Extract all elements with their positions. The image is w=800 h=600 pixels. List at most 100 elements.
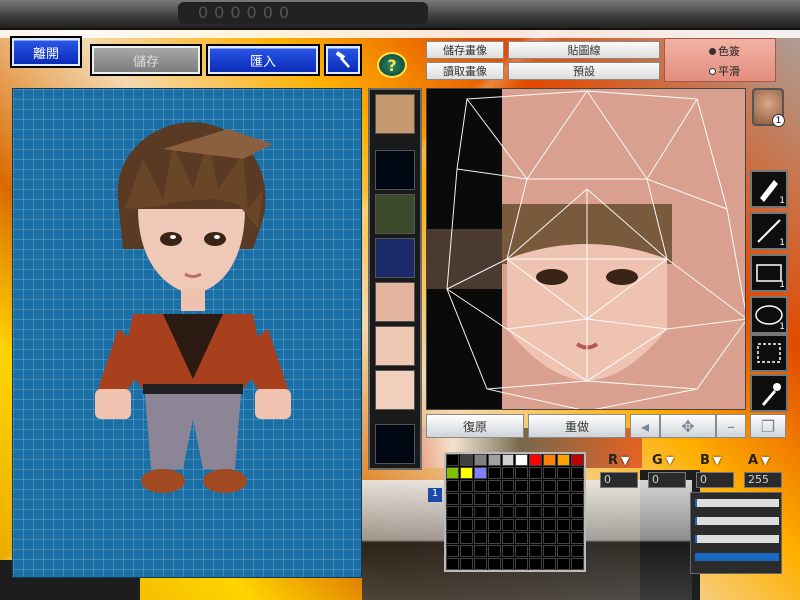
- window-toggle-button[interactable]: ❐: [750, 414, 786, 438]
- palette-swatch[interactable]: [557, 532, 571, 544]
- palette-swatch[interactable]: [557, 480, 571, 492]
- load-texture-button[interactable]: 讀取畫像: [426, 62, 504, 80]
- g-slider[interactable]: [695, 517, 779, 525]
- palette-swatch[interactable]: [473, 558, 487, 570]
- palette-swatch[interactable]: [459, 545, 473, 557]
- palette-swatch[interactable]: [515, 532, 529, 544]
- import-button[interactable]: 匯入: [208, 46, 318, 74]
- palette-swatch[interactable]: [557, 558, 571, 570]
- a-slider[interactable]: [695, 553, 779, 561]
- palette-swatch[interactable]: [487, 467, 501, 479]
- palette-swatch[interactable]: [487, 558, 501, 570]
- r-label[interactable]: R ▼: [608, 452, 629, 468]
- avatar-icon[interactable]: 1: [752, 88, 785, 127]
- palette-swatch[interactable]: [571, 545, 584, 557]
- b-label[interactable]: B ▼: [700, 452, 721, 468]
- palette-swatch[interactable]: [446, 480, 459, 492]
- palette-swatch[interactable]: [473, 480, 487, 492]
- g-label[interactable]: G ▼: [652, 452, 674, 468]
- palette-swatch[interactable]: [459, 506, 473, 518]
- rotate-left-button[interactable]: ◂: [630, 414, 660, 438]
- hammer-tool-button[interactable]: [326, 46, 360, 74]
- zoom-out-button[interactable]: –: [716, 414, 746, 438]
- a-value-field[interactable]: 255: [744, 472, 782, 488]
- leave-button[interactable]: 離開: [12, 38, 80, 66]
- palette-swatch[interactable]: [473, 532, 487, 544]
- palette-swatch[interactable]: [571, 480, 584, 492]
- palette-swatch[interactable]: [543, 493, 557, 505]
- palette-swatch[interactable]: [501, 558, 515, 570]
- palette-swatch[interactable]: [459, 454, 473, 466]
- undo-button[interactable]: 復原: [426, 414, 524, 438]
- palette-swatch[interactable]: [501, 493, 515, 505]
- palette-swatch[interactable]: [459, 558, 473, 570]
- palette-swatch[interactable]: [571, 519, 584, 531]
- palette-swatch[interactable]: [473, 506, 487, 518]
- palette-swatch[interactable]: [459, 480, 473, 492]
- part-thumbnail-face[interactable]: [375, 282, 415, 322]
- g-value-field[interactable]: 0: [648, 472, 686, 488]
- palette-swatch[interactable]: [473, 519, 487, 531]
- palette-swatch[interactable]: [557, 545, 571, 557]
- palette-swatch[interactable]: [446, 558, 459, 570]
- palette-swatch[interactable]: [446, 532, 459, 544]
- palette-swatch[interactable]: [571, 467, 584, 479]
- palette-swatch[interactable]: [529, 480, 543, 492]
- palette-swatch[interactable]: [473, 545, 487, 557]
- palette-swatch[interactable]: [501, 454, 515, 466]
- palette-swatch[interactable]: [501, 532, 515, 544]
- palette-swatch[interactable]: [446, 454, 459, 466]
- r-slider[interactable]: [695, 499, 779, 507]
- palette-swatch[interactable]: [446, 467, 459, 479]
- palette-swatch[interactable]: [571, 558, 584, 570]
- palette-swatch[interactable]: [557, 493, 571, 505]
- palette-swatch[interactable]: [446, 506, 459, 518]
- palette-swatch[interactable]: [543, 454, 557, 466]
- palette-swatch[interactable]: [501, 467, 515, 479]
- palette-swatch[interactable]: [529, 493, 543, 505]
- line-tool[interactable]: 1: [750, 212, 788, 250]
- part-thumbnail-dragon[interactable]: [375, 194, 415, 234]
- r-value-field[interactable]: 0: [600, 472, 638, 488]
- palette-swatch[interactable]: [543, 467, 557, 479]
- part-thumbnail-empty[interactable]: [375, 150, 415, 190]
- radio-smooth[interactable]: 平滑: [709, 63, 740, 79]
- palette-swatch[interactable]: [487, 532, 501, 544]
- rectangle-tool[interactable]: 1: [750, 254, 788, 292]
- texture-line-button[interactable]: 貼圖線: [508, 41, 660, 59]
- palette-swatch[interactable]: [487, 493, 501, 505]
- palette-swatch[interactable]: [557, 454, 571, 466]
- palette-swatch[interactable]: [446, 519, 459, 531]
- palette-swatch[interactable]: [543, 558, 557, 570]
- palette-swatch[interactable]: [515, 467, 529, 479]
- palette-swatch[interactable]: [557, 506, 571, 518]
- palette-swatch[interactable]: [557, 519, 571, 531]
- palette-swatch[interactable]: [529, 545, 543, 557]
- pen-tool[interactable]: 1: [750, 170, 788, 208]
- palette-swatch[interactable]: [529, 558, 543, 570]
- palette-swatch[interactable]: [515, 506, 529, 518]
- palette-swatch[interactable]: [473, 454, 487, 466]
- palette-swatch[interactable]: [529, 467, 543, 479]
- save-button[interactable]: 儲存: [92, 46, 200, 74]
- palette-swatch[interactable]: [529, 454, 543, 466]
- palette-swatch[interactable]: [529, 519, 543, 531]
- palette-swatch[interactable]: [501, 545, 515, 557]
- b-value-field[interactable]: 0: [696, 472, 734, 488]
- palette-swatch[interactable]: [501, 506, 515, 518]
- palette-swatch[interactable]: [515, 545, 529, 557]
- a-label[interactable]: A ▼: [748, 452, 770, 468]
- save-texture-button[interactable]: 儲存畫像: [426, 41, 504, 59]
- palette-swatch[interactable]: [529, 532, 543, 544]
- part-thumbnail-body[interactable]: [375, 326, 415, 366]
- palette-swatch[interactable]: [529, 506, 543, 518]
- palette-swatch[interactable]: [543, 532, 557, 544]
- palette-swatch[interactable]: [571, 506, 584, 518]
- part-thumbnail-skin[interactable]: [375, 370, 415, 410]
- palette-swatch[interactable]: [459, 519, 473, 531]
- palette-swatch[interactable]: [459, 467, 473, 479]
- default-button[interactable]: 預設: [508, 62, 660, 80]
- palette-swatch[interactable]: [473, 493, 487, 505]
- radio-color[interactable]: 色簽: [709, 43, 740, 59]
- palette-swatch[interactable]: [501, 519, 515, 531]
